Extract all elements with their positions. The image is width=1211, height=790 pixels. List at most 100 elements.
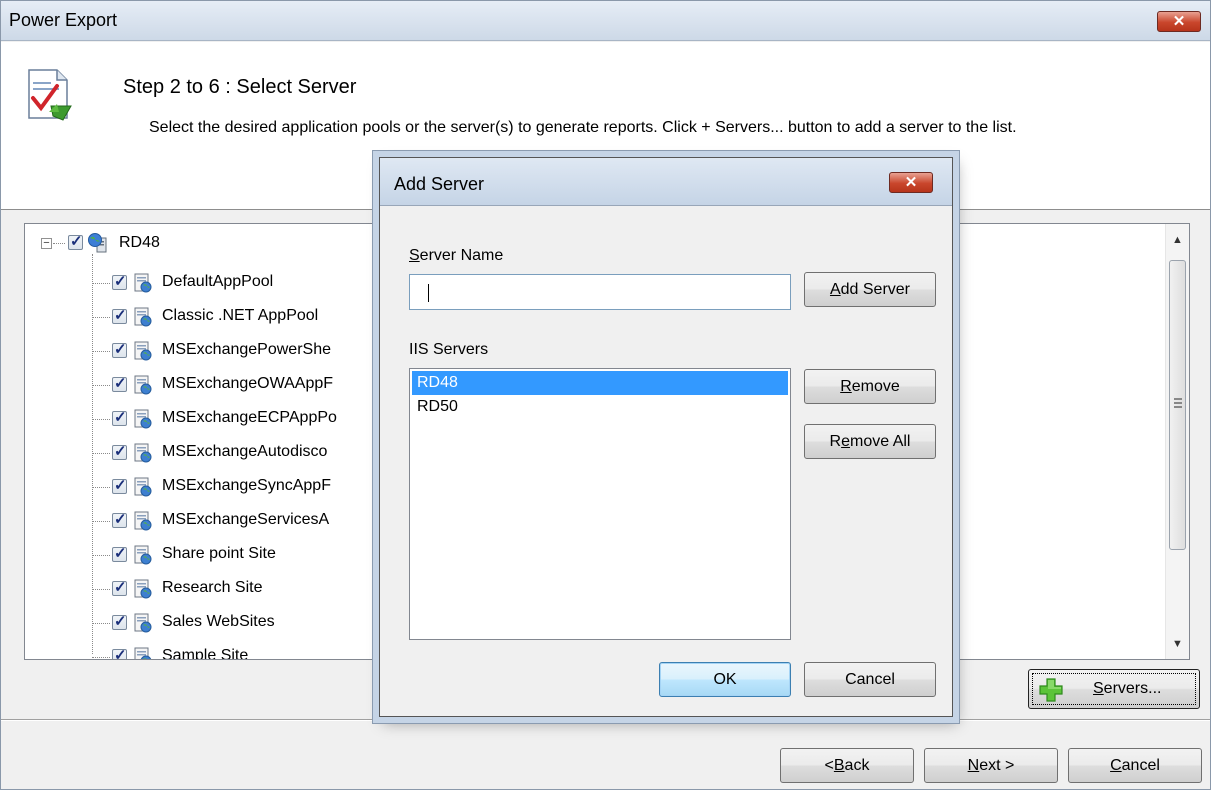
- dialog-body: Server Name Add Server IIS Servers RD48 …: [380, 207, 952, 716]
- node-checkbox[interactable]: ✓: [112, 647, 127, 660]
- add-servers-button[interactable]: Servers...: [1028, 669, 1200, 709]
- window-title: Power Export: [9, 10, 118, 30]
- step-description: Select the desired application pools or …: [149, 119, 1017, 136]
- dialog-titlebar[interactable]: Add Server ✕: [380, 158, 952, 206]
- checkmark-icon: ✓: [114, 307, 127, 324]
- checkmark-icon: ✓: [114, 341, 127, 358]
- tree-node-label[interactable]: MSExchangePowerShe: [162, 341, 331, 359]
- footer-separator: [1, 719, 1210, 721]
- app-pool-icon: [134, 511, 152, 531]
- tree-connector: [92, 487, 110, 488]
- tree-connector: [92, 657, 110, 658]
- tree-node-label[interactable]: MSExchangeAutodisco: [162, 443, 327, 461]
- tree-scrollbar[interactable]: ▲ ▼: [1165, 224, 1189, 659]
- node-checkbox[interactable]: ✓: [112, 273, 127, 290]
- node-checkbox[interactable]: ✓: [112, 477, 127, 494]
- close-icon: ✕: [1172, 13, 1186, 30]
- scroll-down-icon[interactable]: ▼: [1166, 634, 1189, 654]
- step-title: Step 2 to 6 : Select Server: [123, 76, 357, 98]
- node-checkbox[interactable]: ✓: [112, 409, 127, 426]
- back-prefix: <: [824, 757, 834, 774]
- node-checkbox[interactable]: ✓: [112, 307, 127, 324]
- cancel-rest: ancel: [1121, 757, 1160, 774]
- report-checklist-icon: [28, 69, 72, 121]
- iis-servers-list[interactable]: RD48 RD50: [409, 368, 791, 640]
- app-pool-icon: [134, 375, 152, 395]
- app-pool-icon: [134, 273, 152, 293]
- close-icon: ✕: [904, 174, 918, 191]
- app-pool-icon: [134, 647, 152, 659]
- tree-node-label[interactable]: Classic .NET AppPool: [162, 307, 318, 325]
- servers-button-label: Servers...: [1093, 680, 1162, 697]
- collapse-icon[interactable]: −: [41, 238, 52, 249]
- scroll-thumb[interactable]: [1169, 260, 1186, 550]
- checkmark-icon: ✓: [114, 443, 127, 460]
- window-titlebar[interactable]: Power Export ✕: [1, 1, 1210, 41]
- server-name-input[interactable]: [409, 274, 791, 310]
- remove-all-button[interactable]: Remove All: [804, 424, 936, 459]
- dialog-cancel-button[interactable]: Cancel: [804, 662, 936, 697]
- scroll-up-icon[interactable]: ▲: [1166, 230, 1189, 250]
- back-mnemonic: B: [833, 757, 845, 774]
- tree-node-label[interactable]: DefaultAppPool: [162, 273, 273, 291]
- add-server-rest: dd Server: [840, 281, 911, 298]
- app-pool-icon: [134, 579, 152, 599]
- app-pool-icon: [134, 307, 152, 327]
- tree-connector: [92, 351, 110, 352]
- dialog-title: Add Server: [394, 174, 485, 194]
- cancel-button[interactable]: Cancel: [1068, 748, 1202, 783]
- list-item[interactable]: RD50: [412, 395, 788, 419]
- window-close-button[interactable]: ✕: [1157, 11, 1201, 32]
- tree-node-label[interactable]: Sample Site: [162, 647, 248, 659]
- tree-connector: [92, 419, 110, 420]
- remove-all-rest: move All: [850, 433, 911, 450]
- app-pool-icon: [134, 443, 152, 463]
- node-checkbox[interactable]: ✓: [112, 579, 127, 596]
- back-button[interactable]: <Back: [780, 748, 914, 783]
- app-pool-icon: [134, 613, 152, 633]
- iis-servers-label: IIS Servers: [409, 341, 489, 358]
- list-item[interactable]: RD48: [412, 371, 788, 395]
- tree-connector: [92, 385, 110, 386]
- tree-connector: [92, 521, 110, 522]
- checkmark-icon: ✓: [114, 375, 127, 392]
- scroll-grip-icon: [1174, 398, 1182, 408]
- node-checkbox[interactable]: ✓: [112, 613, 127, 630]
- tree-connector: [92, 317, 110, 318]
- add-server-mnemonic: A: [829, 281, 841, 298]
- remove-button[interactable]: Remove: [804, 369, 936, 404]
- add-server-button[interactable]: Add Server: [804, 272, 936, 307]
- next-button[interactable]: Next >: [924, 748, 1058, 783]
- checkmark-icon: ✓: [114, 477, 127, 494]
- app-pool-icon: [134, 409, 152, 429]
- server-globe-icon: [88, 233, 107, 253]
- tree-connector: [92, 589, 110, 590]
- node-checkbox[interactable]: ✓: [112, 443, 127, 460]
- app-pool-icon: [134, 341, 152, 361]
- add-server-dialog: Add Server ✕ Server Name Add Server IIS …: [379, 157, 953, 717]
- tree-node-label[interactable]: Research Site: [162, 579, 263, 597]
- tree-node-label[interactable]: Sales WebSites: [162, 613, 275, 631]
- next-mnemonic: N: [967, 757, 980, 774]
- checkmark-icon: ✓: [114, 613, 127, 630]
- remove-mnemonic: R: [840, 378, 852, 395]
- root-checkbox[interactable]: ✓: [68, 233, 83, 250]
- remove-all-mnemonic: e: [841, 433, 850, 450]
- ok-button[interactable]: OK: [659, 662, 791, 697]
- tree-connector: [92, 283, 110, 284]
- dialog-close-button[interactable]: ✕: [889, 172, 933, 193]
- checkmark-icon: ✓: [114, 647, 127, 660]
- node-checkbox[interactable]: ✓: [112, 375, 127, 392]
- node-checkbox[interactable]: ✓: [112, 511, 127, 528]
- node-checkbox[interactable]: ✓: [112, 341, 127, 358]
- tree-node-label[interactable]: MSExchangeServicesA: [162, 511, 329, 529]
- tree-node-label[interactable]: MSExchangeSyncAppF: [162, 477, 331, 495]
- tree-node-label[interactable]: Share point Site: [162, 545, 276, 563]
- next-rest: ext >: [979, 757, 1015, 774]
- cancel-mnemonic: C: [1110, 757, 1122, 774]
- back-rest: ack: [844, 757, 870, 774]
- tree-node-label[interactable]: MSExchangeOWAAppF: [162, 375, 333, 393]
- node-checkbox[interactable]: ✓: [112, 545, 127, 562]
- root-node-label[interactable]: RD48: [119, 234, 160, 252]
- tree-node-label[interactable]: MSExchangeECPAppPo: [162, 409, 337, 427]
